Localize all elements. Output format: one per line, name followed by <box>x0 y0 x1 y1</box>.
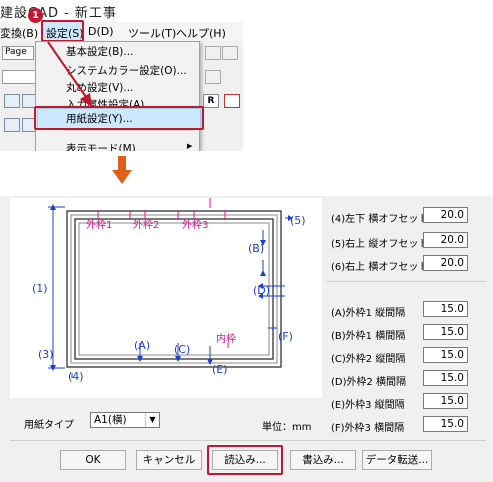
offset-input[interactable]: 20.0 <box>423 232 468 248</box>
spacing-label: (C)外枠2 縦間隔 <box>331 354 406 365</box>
spacing-input[interactable]: 15.0 <box>423 324 468 340</box>
unit-label: 単位：mm <box>262 422 312 433</box>
spacing-input[interactable]: 15.0 <box>423 416 468 432</box>
frame-diagram: (5) (B) (D) (F) (1) (3) (4) (A) (C) (E) … <box>32 198 306 383</box>
offset-label: (5)右上 縦オフセット <box>331 239 429 250</box>
offset-input[interactable]: 20.0 <box>423 255 468 271</box>
label-frame1: 外枠1 <box>86 218 112 231</box>
marker-e: (E) <box>212 363 228 376</box>
save-button[interactable]: 書込み... <box>290 450 356 470</box>
spacing-input[interactable]: 15.0 <box>423 393 468 409</box>
spacing-label: (B)外枠1 横間隔 <box>331 331 406 342</box>
pointer-arrow-icon <box>47 41 92 107</box>
offset-input[interactable]: 20.0 <box>423 207 468 223</box>
load-button-highlight <box>207 445 283 475</box>
marker-c: (C) <box>174 343 190 356</box>
offset-label: (6)右上 横オフセット <box>331 262 429 273</box>
paper-type-value: A1(横) <box>94 414 127 426</box>
paper-type-select[interactable]: A1(横) ▼ <box>90 412 160 428</box>
separator <box>326 281 486 282</box>
spacing-label: (D)外枠2 横間隔 <box>331 377 407 388</box>
spacing-label: (E)外枠3 縦間隔 <box>331 400 405 411</box>
data-transfer-button[interactable]: データ転送... <box>362 450 432 470</box>
label-frame3: 外枠3 <box>182 218 208 231</box>
spacing-input[interactable]: 15.0 <box>423 301 468 317</box>
cancel-button[interactable]: キャンセル <box>136 450 202 470</box>
menu-screenshot: 建設CAD - 新工事 変換(B) D(D) ツール(T) ヘルプ(H) 設定(… <box>0 0 243 151</box>
offset-label: (4)左下 横オフセット <box>331 214 429 225</box>
marker-4: (4) <box>68 370 84 383</box>
spacing-input[interactable]: 15.0 <box>423 347 468 363</box>
spacing-input[interactable]: 15.0 <box>423 370 468 386</box>
marker-a: (A) <box>134 339 150 352</box>
spacing-label: (F)外枠3 横間隔 <box>331 423 405 434</box>
marker-b: (B) <box>248 242 264 255</box>
marker-d: (D) <box>253 284 270 297</box>
marker-5: (5) <box>290 214 306 227</box>
paper-type-label: 用紙タイプ <box>24 420 74 431</box>
marker-3: (3) <box>38 348 54 361</box>
paper-preview: (5) (B) (D) (F) (1) (3) (4) (A) (C) (E) … <box>10 198 322 398</box>
separator <box>10 440 486 441</box>
arrow-down-icon <box>112 156 132 184</box>
label-inner: 内枠 <box>216 332 236 345</box>
ok-button[interactable]: OK <box>60 450 126 470</box>
marker-1: (1) <box>32 282 48 295</box>
spacing-label: (A)外枠1 縦間隔 <box>331 308 406 319</box>
label-frame2: 外枠2 <box>133 218 159 231</box>
marker-f: (F) <box>278 330 293 343</box>
chevron-down-icon: ▼ <box>145 413 159 427</box>
